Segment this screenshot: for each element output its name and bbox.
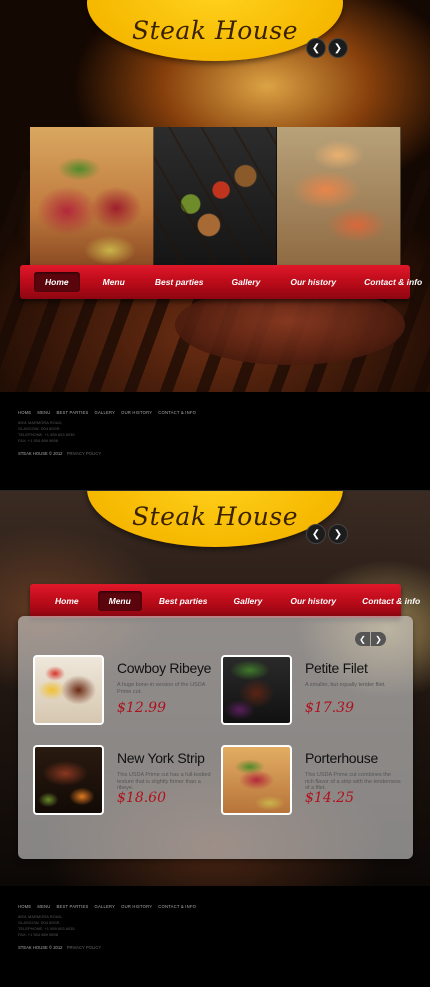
product-image[interactable]	[33, 745, 104, 815]
product-description: This USDA Prime cut combines the rich fl…	[305, 772, 401, 791]
menu-panel-arrows: ❮ ❯	[355, 632, 386, 646]
nav-item-home[interactable]: Home	[44, 591, 90, 611]
nav-item-contact[interactable]: Contact & info	[353, 272, 430, 292]
product-card[interactable]: Cowboy Ribeye A huge bone-in version of …	[33, 655, 213, 727]
footer-link-menu[interactable]: MENU	[37, 904, 50, 909]
screen-menu: Steak House ❮ ❯ Home Menu Best parties G…	[0, 491, 430, 886]
footer-copyright: STEAK HOUSE © 2012 PRIVACY POLICY	[18, 451, 430, 456]
footer-link-menu[interactable]: MENU	[37, 410, 50, 415]
prev-arrow-icon[interactable]: ❮	[306, 524, 326, 544]
nav-item-gallery[interactable]: Gallery	[221, 272, 272, 292]
product-title[interactable]: New York Strip	[117, 750, 205, 766]
logo[interactable]: Steak House	[87, 491, 343, 547]
nav-item-gallery[interactable]: Gallery	[223, 591, 274, 611]
footer-address: 8901 MARMORA ROAD, GLASGOW, D04 89GR. TE…	[18, 420, 75, 443]
nav-item-our-history[interactable]: Our history	[279, 591, 347, 611]
nav-item-home[interactable]: Home	[34, 272, 80, 292]
logo-text: Steak House	[131, 502, 299, 531]
footer: HOME MENU BEST PARTIES GALLERY OUR HISTO…	[0, 410, 430, 490]
product-card[interactable]: Petite Filet A smaller, but equally tend…	[221, 655, 401, 727]
product-description: A huge bone-in version of the USDA Prime…	[117, 682, 206, 695]
slide-image	[30, 127, 154, 267]
slide-image	[277, 127, 402, 267]
footer-link-our-history[interactable]: OUR HISTORY	[121, 410, 152, 415]
product-image[interactable]	[33, 655, 104, 725]
footer-links: HOME MENU BEST PARTIES GALLERY OUR HISTO…	[18, 410, 430, 415]
product-card[interactable]: Porterhouse This USDA Prime cut combines…	[221, 745, 401, 817]
next-arrow-icon[interactable]: ❯	[328, 524, 348, 544]
product-price: $17.39	[305, 700, 354, 716]
footer-link-best-parties[interactable]: BEST PARTIES	[57, 904, 89, 909]
product-price: $18.60	[117, 790, 166, 806]
footer: HOME MENU BEST PARTIES GALLERY OUR HISTO…	[0, 904, 430, 987]
footer-link-gallery[interactable]: GALLERY	[94, 410, 115, 415]
copyright-text: STEAK HOUSE © 2012	[18, 945, 63, 950]
product-title[interactable]: Cowboy Ribeye	[117, 660, 211, 676]
slide-image	[153, 127, 278, 267]
product-title[interactable]: Porterhouse	[305, 750, 378, 766]
header-slider-arrows: ❮ ❯	[306, 524, 348, 544]
nav-item-our-history[interactable]: Our history	[279, 272, 347, 292]
privacy-policy-link[interactable]: PRIVACY POLICY	[67, 945, 102, 950]
product-price: $12.99	[117, 700, 166, 716]
footer-link-best-parties[interactable]: BEST PARTIES	[57, 410, 89, 415]
nav-item-menu[interactable]: Menu	[97, 591, 142, 611]
footer-link-our-history[interactable]: OUR HISTORY	[121, 904, 152, 909]
logo-text: Steak House	[131, 16, 299, 45]
product-description: This USDA Prime cut has a full-bodied te…	[117, 772, 211, 791]
next-arrow-icon[interactable]: ❯	[328, 38, 348, 58]
copyright-text: STEAK HOUSE © 2012	[18, 451, 63, 456]
main-nav: Home Menu Best parties Gallery Our histo…	[10, 265, 422, 299]
main-nav: Home Menu Best parties Gallery Our histo…	[20, 584, 420, 618]
footer-links: HOME MENU BEST PARTIES GALLERY OUR HISTO…	[18, 904, 430, 909]
nav-item-menu[interactable]: Menu	[92, 272, 136, 292]
nav-item-contact[interactable]: Contact & info	[351, 591, 430, 611]
product-price: $14.25	[305, 790, 354, 806]
product-image[interactable]	[221, 655, 292, 725]
footer-link-contact[interactable]: CONTACT & INFO	[158, 410, 196, 415]
next-arrow-icon[interactable]: ❯	[371, 632, 386, 646]
product-image[interactable]	[221, 745, 292, 815]
privacy-policy-link[interactable]: PRIVACY POLICY	[67, 451, 102, 456]
nav-item-best-parties[interactable]: Best parties	[148, 591, 219, 611]
logo[interactable]: Steak House	[87, 0, 343, 61]
footer-copyright: STEAK HOUSE © 2012 PRIVACY POLICY	[18, 945, 430, 950]
nav-item-best-parties[interactable]: Best parties	[144, 272, 215, 292]
footer-link-gallery[interactable]: GALLERY	[94, 904, 115, 909]
image-slider[interactable]	[30, 127, 402, 267]
footer-link-home[interactable]: HOME	[18, 904, 31, 909]
footer-link-contact[interactable]: CONTACT & INFO	[158, 904, 196, 909]
product-title[interactable]: Petite Filet	[305, 660, 368, 676]
prev-arrow-icon[interactable]: ❮	[355, 632, 370, 646]
product-card[interactable]: New York Strip This USDA Prime cut has a…	[33, 745, 213, 817]
footer-address: 8901 MARMORA ROAD, GLASGOW, D04 89GR. TE…	[18, 914, 75, 937]
header-slider-arrows: ❮ ❯	[306, 38, 348, 58]
menu-panel	[18, 616, 413, 859]
product-description: A smaller, but equally tender filet.	[305, 682, 386, 688]
screen-home: Steak House ❮ ❯ Home Menu Best parties G…	[0, 0, 430, 392]
prev-arrow-icon[interactable]: ❮	[306, 38, 326, 58]
footer-link-home[interactable]: HOME	[18, 410, 31, 415]
